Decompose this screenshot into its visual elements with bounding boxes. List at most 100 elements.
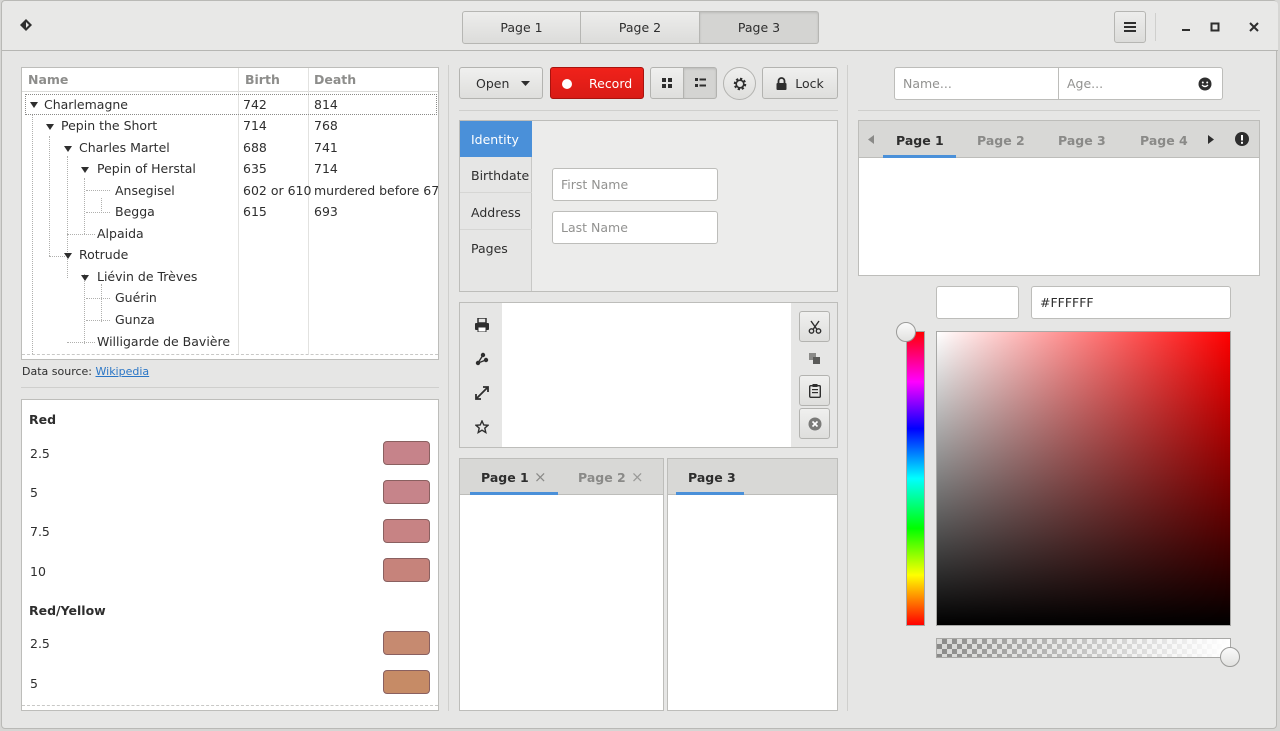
- smiley-icon[interactable]: [1198, 77, 1212, 91]
- last-name-field[interactable]: Last Name: [552, 211, 718, 244]
- maximize-button[interactable]: [1199, 11, 1231, 43]
- tab-page-3[interactable]: Page 3: [1058, 133, 1106, 148]
- copy-button[interactable]: [799, 343, 830, 374]
- tree-row[interactable]: Charlemagne 742 814: [25, 94, 437, 115]
- share-icon[interactable]: [470, 347, 494, 371]
- age-search-field[interactable]: Age...: [1058, 67, 1223, 100]
- column-header-birth[interactable]: Birth: [245, 72, 280, 87]
- tree-row[interactable]: Pepin of Herstal 635 714: [22, 158, 438, 179]
- sidebar-item-address[interactable]: Address: [460, 194, 532, 230]
- editor-frame: [459, 302, 838, 448]
- tree-row[interactable]: Guérin: [22, 287, 438, 308]
- expander-icon[interactable]: [64, 146, 72, 152]
- arrow-left-icon[interactable]: [868, 135, 874, 144]
- tree-row[interactable]: Pepin the Short 714 768: [22, 115, 438, 136]
- tree-view: Name Birth Death Charlemagne 742 814 Pep…: [21, 67, 439, 360]
- tab-page-1[interactable]: Page 1: [896, 133, 944, 148]
- horizontal-separator: [21, 387, 439, 388]
- sidebar-item-birthdate[interactable]: Birthdate: [460, 157, 532, 193]
- list-view-icon: [694, 78, 706, 87]
- tree-row[interactable]: Charles Martel 688 741: [22, 137, 438, 158]
- wikipedia-link[interactable]: Wikipedia: [96, 365, 150, 378]
- warning-icon[interactable]: [1235, 132, 1249, 146]
- printer-icon[interactable]: [470, 313, 494, 337]
- clear-button[interactable]: [799, 408, 830, 439]
- tab-page-3[interactable]: Page 3: [688, 470, 736, 485]
- settings-button[interactable]: [723, 67, 756, 100]
- tree-row[interactable]: Begga 615 693: [22, 201, 438, 222]
- expander-icon[interactable]: [46, 124, 54, 130]
- maximize-icon: [1210, 22, 1220, 32]
- color-swatch[interactable]: [383, 480, 430, 504]
- expander-icon[interactable]: [30, 102, 38, 108]
- name-search-field[interactable]: Name...: [894, 67, 1059, 100]
- color-list: Red 2.5 5 7.5 10 Red/Yellow 2.5 5: [21, 399, 439, 711]
- tab-page-4[interactable]: Page 4: [1140, 133, 1188, 148]
- saturation-value-plane[interactable]: [936, 331, 1231, 626]
- tree-cell-death: 814: [314, 97, 338, 112]
- notebook-right: Page 3: [667, 458, 838, 711]
- hamburger-icon: [1124, 22, 1136, 32]
- menu-button[interactable]: [1114, 11, 1146, 43]
- tree-row[interactable]: Willigarde de Bavière: [22, 331, 438, 352]
- grid-view-button[interactable]: [650, 67, 684, 99]
- star-icon[interactable]: [470, 415, 494, 439]
- switcher-page-2[interactable]: Page 2: [581, 11, 700, 44]
- tree-row[interactable]: Liévin de Trèves: [22, 266, 438, 287]
- hue-slider-handle[interactable]: [896, 322, 916, 342]
- tab-close-icon[interactable]: ×: [534, 468, 547, 486]
- color-swatch[interactable]: [383, 519, 430, 543]
- minimize-button[interactable]: [1170, 11, 1202, 43]
- color-swatch[interactable]: [383, 441, 430, 465]
- alpha-slider-handle[interactable]: [1220, 647, 1240, 667]
- column-header-death[interactable]: Death: [314, 72, 356, 87]
- tree-row[interactable]: Rotrude: [22, 244, 438, 265]
- sidebar-item-pages[interactable]: Pages: [460, 231, 532, 267]
- alpha-slider[interactable]: [936, 638, 1231, 658]
- tab-page-1[interactable]: Page 1: [481, 470, 529, 485]
- expander-icon[interactable]: [81, 275, 89, 281]
- cut-button[interactable]: [799, 311, 830, 342]
- tree-row[interactable]: Ansegisel 602 or 610 murdered before 679: [22, 180, 438, 201]
- color-swatch[interactable]: [383, 558, 430, 582]
- tree-row[interactable]: Gunza: [22, 309, 438, 330]
- horizontal-separator: [858, 110, 1260, 111]
- fullscreen-icon[interactable]: [470, 381, 494, 405]
- tree-cell-death: 714: [314, 161, 338, 176]
- list-view-button[interactable]: [683, 67, 717, 99]
- text-view[interactable]: [502, 303, 791, 447]
- minimize-icon: [1182, 29, 1190, 31]
- expander-icon[interactable]: [81, 167, 89, 173]
- diamond-icon[interactable]: [16, 15, 36, 35]
- tree-header: Name Birth Death: [22, 68, 438, 92]
- paste-button[interactable]: [799, 375, 830, 406]
- tree-row[interactable]: Alpaida: [22, 223, 438, 244]
- open-button[interactable]: Open: [459, 67, 543, 99]
- tree-cell-name: Pepin of Herstal: [97, 161, 196, 176]
- switcher-page-1[interactable]: Page 1: [462, 11, 581, 44]
- expander-icon[interactable]: [64, 253, 72, 259]
- tab-page-2[interactable]: Page 2: [977, 133, 1025, 148]
- tab-close-icon[interactable]: ×: [631, 468, 644, 486]
- header-bar: Page 1 Page 2 Page 3: [2, 1, 1278, 51]
- lock-icon: [776, 76, 787, 90]
- lock-button[interactable]: Lock: [762, 67, 838, 99]
- color-label: 5: [30, 676, 38, 691]
- color-swatch[interactable]: [383, 631, 430, 655]
- hue-slider[interactable]: [906, 331, 925, 626]
- hex-color-field[interactable]: #FFFFFF: [1031, 286, 1231, 319]
- switcher-page-3[interactable]: Page 3: [700, 11, 819, 44]
- arrow-right-icon[interactable]: [1208, 135, 1214, 144]
- color-label: 5: [30, 485, 38, 500]
- close-button[interactable]: [1238, 11, 1270, 43]
- tab-page-2[interactable]: Page 2: [578, 470, 626, 485]
- color-swatch[interactable]: [383, 670, 430, 694]
- chevron-down-icon: [521, 81, 530, 86]
- sidebar-item-identity[interactable]: Identity: [460, 121, 532, 157]
- column-header-name[interactable]: Name: [28, 72, 68, 87]
- first-name-field[interactable]: First Name: [552, 168, 718, 201]
- record-dot-icon: [562, 79, 572, 89]
- record-button[interactable]: Record: [550, 67, 644, 99]
- grid-view-icon: [662, 78, 672, 88]
- paste-icon: [808, 383, 821, 398]
